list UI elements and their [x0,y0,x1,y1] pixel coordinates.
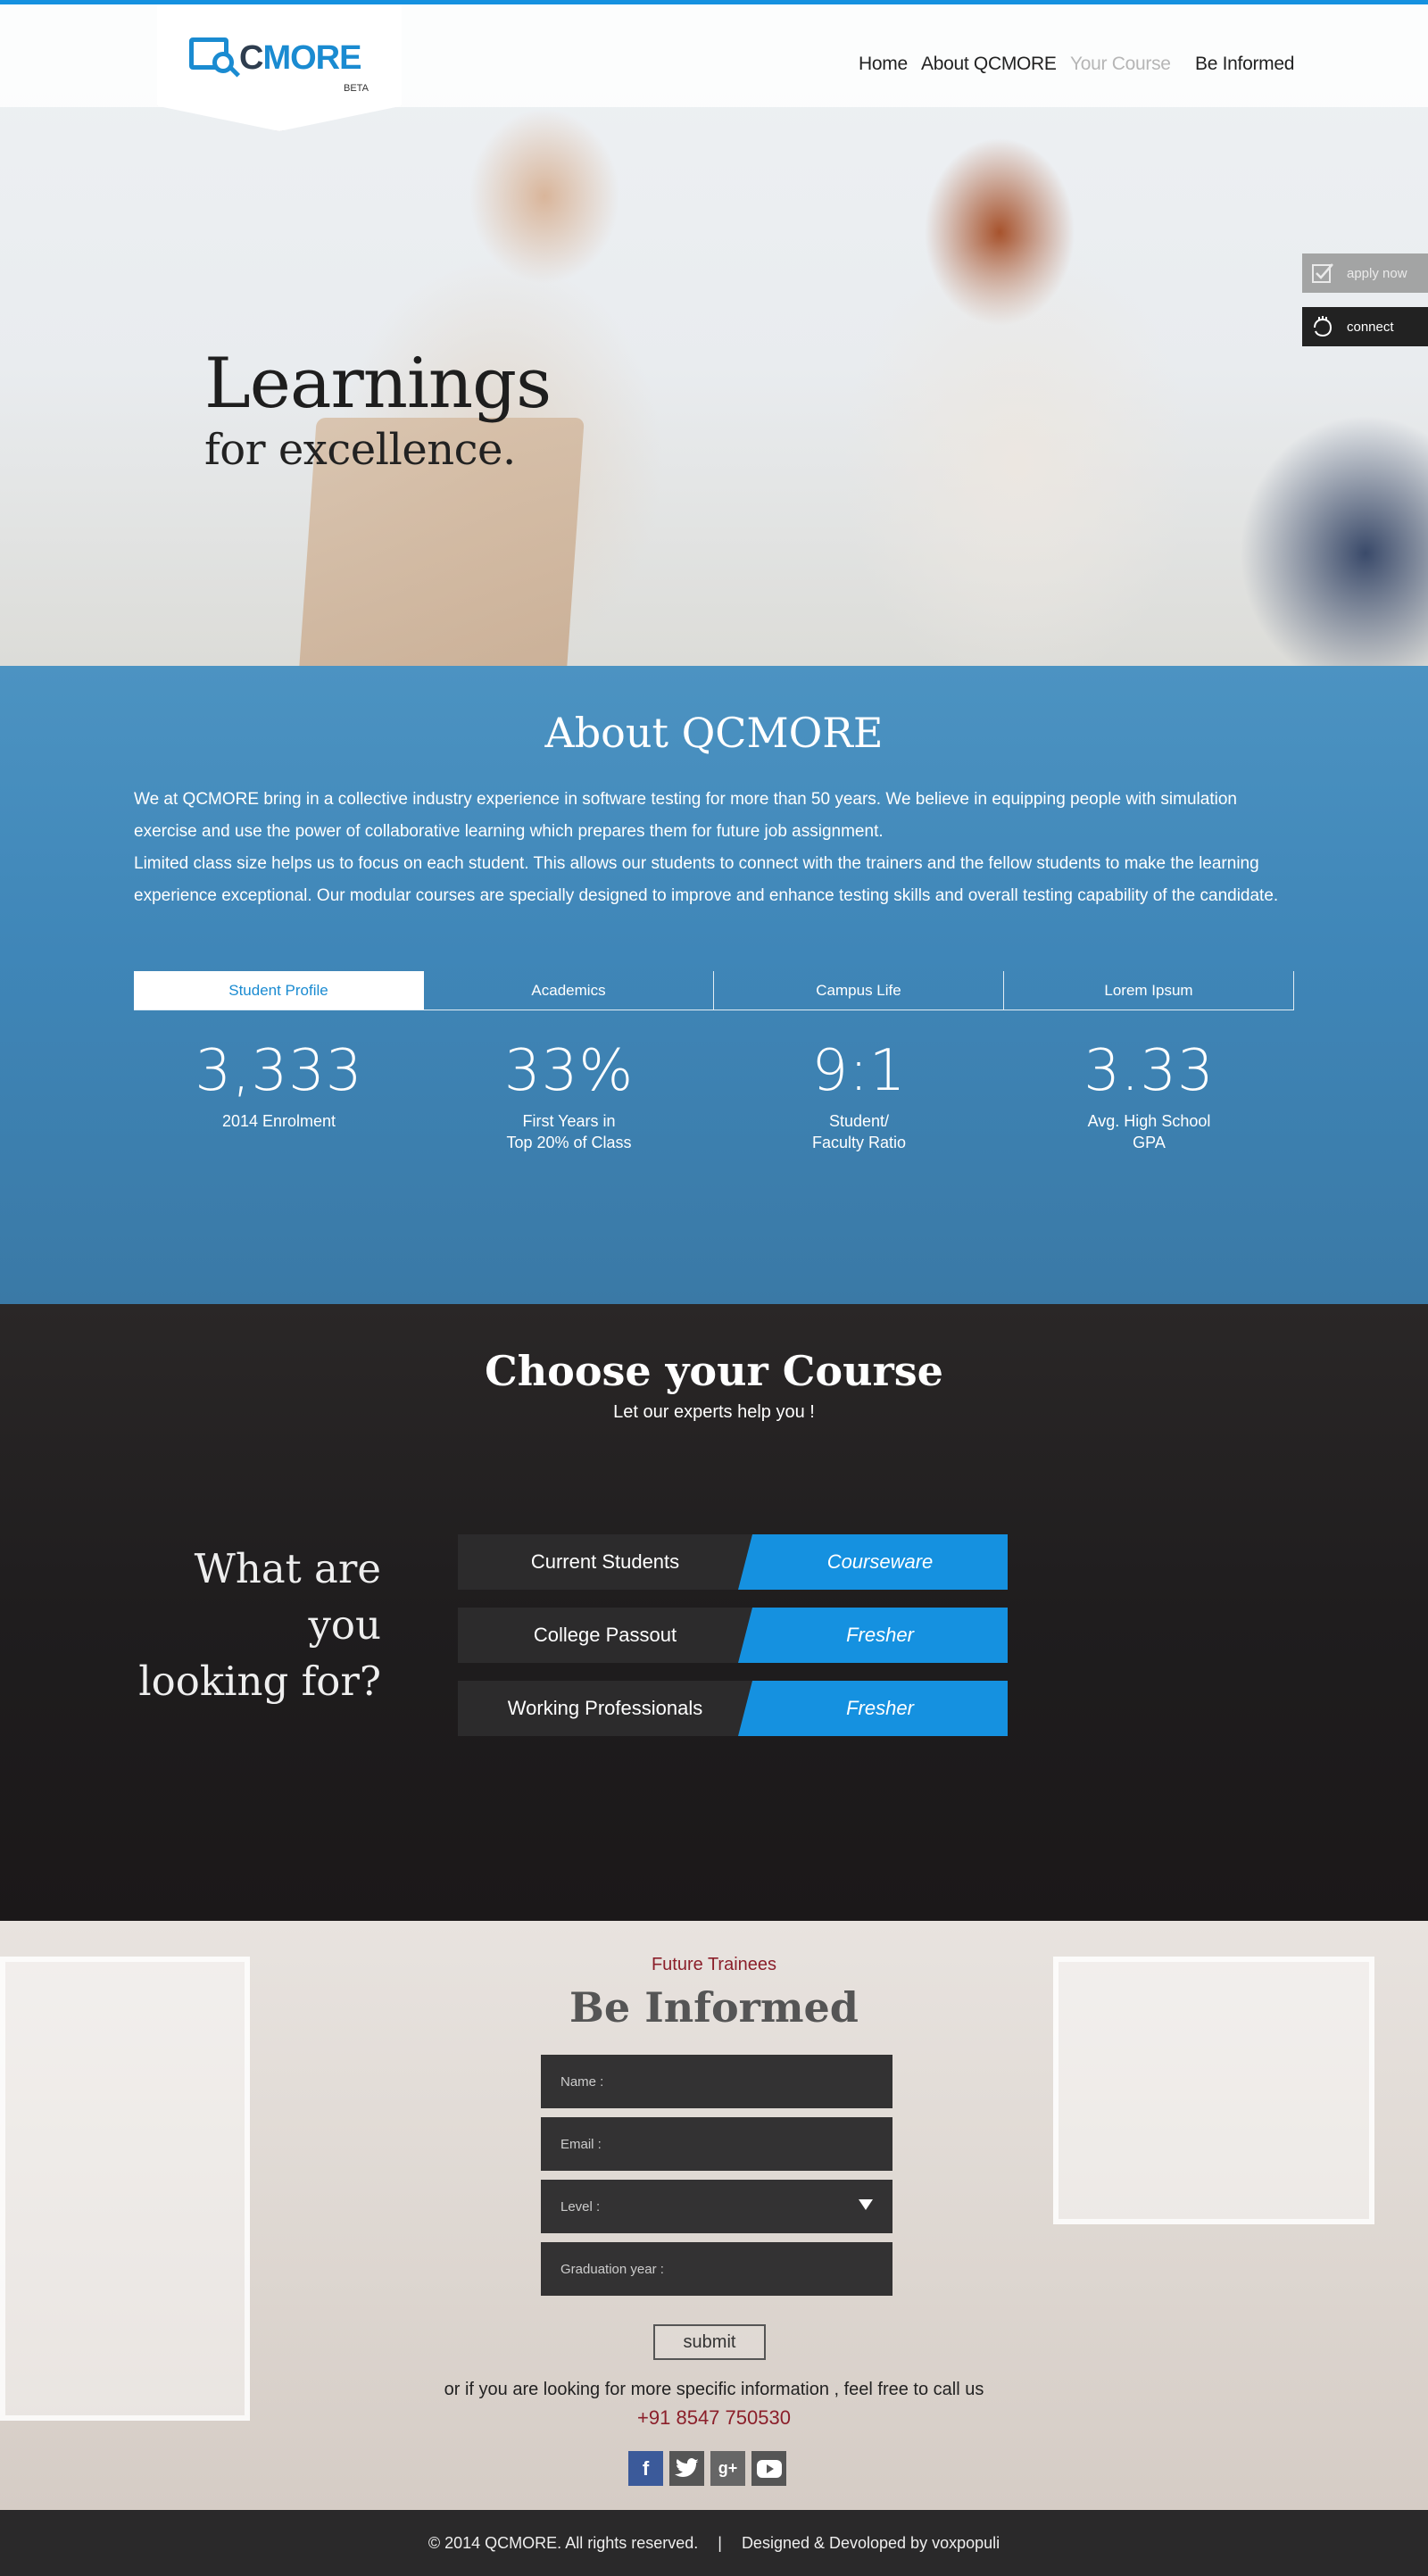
inform-kicker: Future Trainees [651,1955,777,1974]
looking-for-heading: What are you looking for? [138,1545,381,1705]
nav-home[interactable]: Home [859,54,908,75]
name-field[interactable]: Name : [541,2055,892,2108]
tab-student-profile[interactable]: Student Profile [134,971,424,1010]
facebook-icon[interactable]: f [628,2451,663,2486]
stat-value: 3,333 [195,1038,363,1104]
logo-beta-label: BETA [344,83,369,94]
footer-credit[interactable]: Designed & Devoloped by voxpopuli [742,2534,1000,2553]
tab-academics[interactable]: Academics [424,971,714,1010]
signup-form: Name : Email : Level : Graduation year : [541,2055,892,2305]
call-text: or if you are looking for more specific … [444,2380,984,2399]
about-paragraph-2: Limited class size helps us to focus on … [134,854,1279,905]
stat-value: 33% [503,1038,635,1104]
hand-icon [1311,315,1334,338]
option-course-button[interactable]: Fresher [738,1681,1008,1736]
nav-be-informed[interactable]: Be Informed [1195,54,1294,75]
tab-lorem-ipsum[interactable]: Lorem Ipsum [1004,971,1294,1010]
stat-ratio: 9:1 Student/ Faculty Ratio [714,1043,1004,1153]
nav-about[interactable]: About QCMORE [921,54,1057,75]
footer: © 2014 QCMORE. All rights reserved. | De… [0,2510,1428,2576]
course-options: Current Students Courseware College Pass… [458,1534,1008,1754]
footer-copyright: © 2014 QCMORE. All rights reserved. [428,2533,699,2552]
hero-title: Learnings [204,344,552,424]
phone-number[interactable]: +91 8547 750530 [0,2406,1428,2430]
about-title: About QCMORE [544,709,884,757]
profile-tabs: Student Profile Academics Campus Life Lo… [134,971,1294,1010]
connect-button[interactable]: connect [1302,307,1428,346]
main-nav: Home About QCMORE Your Course Be Informe… [0,54,1428,80]
hero-subtitle: for excellence. [204,425,516,475]
be-informed-section: Future Trainees Be Informed Name : Email… [0,1921,1428,2510]
connect-label: connect [1347,319,1394,335]
level-select-label: Level : [560,2198,601,2215]
twitter-icon[interactable] [669,2451,704,2486]
stat-value: 9:1 [811,1038,907,1104]
graduation-year-field[interactable]: Graduation year : [541,2242,892,2296]
option-current-students[interactable]: Current Students Courseware [458,1534,1008,1590]
apply-now-button[interactable]: apply now [1302,253,1428,293]
inform-title: Be Informed [569,1983,859,2032]
option-audience: Current Students [530,1550,680,1573]
tab-campus-life[interactable]: Campus Life [714,971,1004,1010]
stat-enrolment: 3,333 2014 Enrolment [134,1043,424,1153]
option-course-button[interactable]: Fresher [738,1608,1008,1663]
stat-gpa: 3.33 Avg. High School GPA [1004,1043,1294,1153]
submit-button[interactable]: submit [653,2324,766,2360]
option-working-professionals[interactable]: Working Professionals Fresher [458,1681,1008,1736]
option-college-passout[interactable]: College Passout Fresher [458,1608,1008,1663]
nav-your-course[interactable]: Your Course [1070,54,1171,75]
stat-label: 2014 Enrolment [221,1112,336,1130]
about-paragraph-1: We at QCMORE bring in a collective indus… [134,790,1237,841]
course-section: Choose your Course Let our experts help … [0,1304,1428,1921]
stats-row: 3,333 2014 Enrolment 33% First Years in … [134,1043,1294,1153]
stat-label: Avg. High School GPA [1087,1112,1211,1151]
footer-separator: | [718,2533,722,2552]
stat-label: First Years in Top 20% of Class [506,1112,632,1151]
course-title: Choose your Course [485,1347,943,1395]
social-links: f g+ [628,2451,786,2486]
course-subtitle: Let our experts help you ! [613,1402,815,1422]
stat-label: Student/ Faculty Ratio [811,1112,907,1151]
level-select[interactable]: Level : [541,2180,892,2233]
about-text: We at QCMORE bring in a collective indus… [134,784,1294,912]
google-plus-icon[interactable]: g+ [710,2451,745,2486]
apply-now-label: apply now [1347,265,1407,281]
checkbox-icon [1311,262,1334,285]
dropdown-arrow-icon [859,2199,873,2210]
option-course-button[interactable]: Courseware [738,1534,1008,1590]
option-audience: College Passout [533,1624,677,1646]
option-audience: Working Professionals [507,1697,703,1719]
email-field[interactable]: Email : [541,2117,892,2171]
stat-value: 3.33 [1083,1038,1215,1104]
stat-top-class: 33% First Years in Top 20% of Class [424,1043,714,1153]
youtube-icon[interactable] [751,2451,786,2486]
about-section: About QCMORE We at QCMORE bring in a col… [0,666,1428,1304]
